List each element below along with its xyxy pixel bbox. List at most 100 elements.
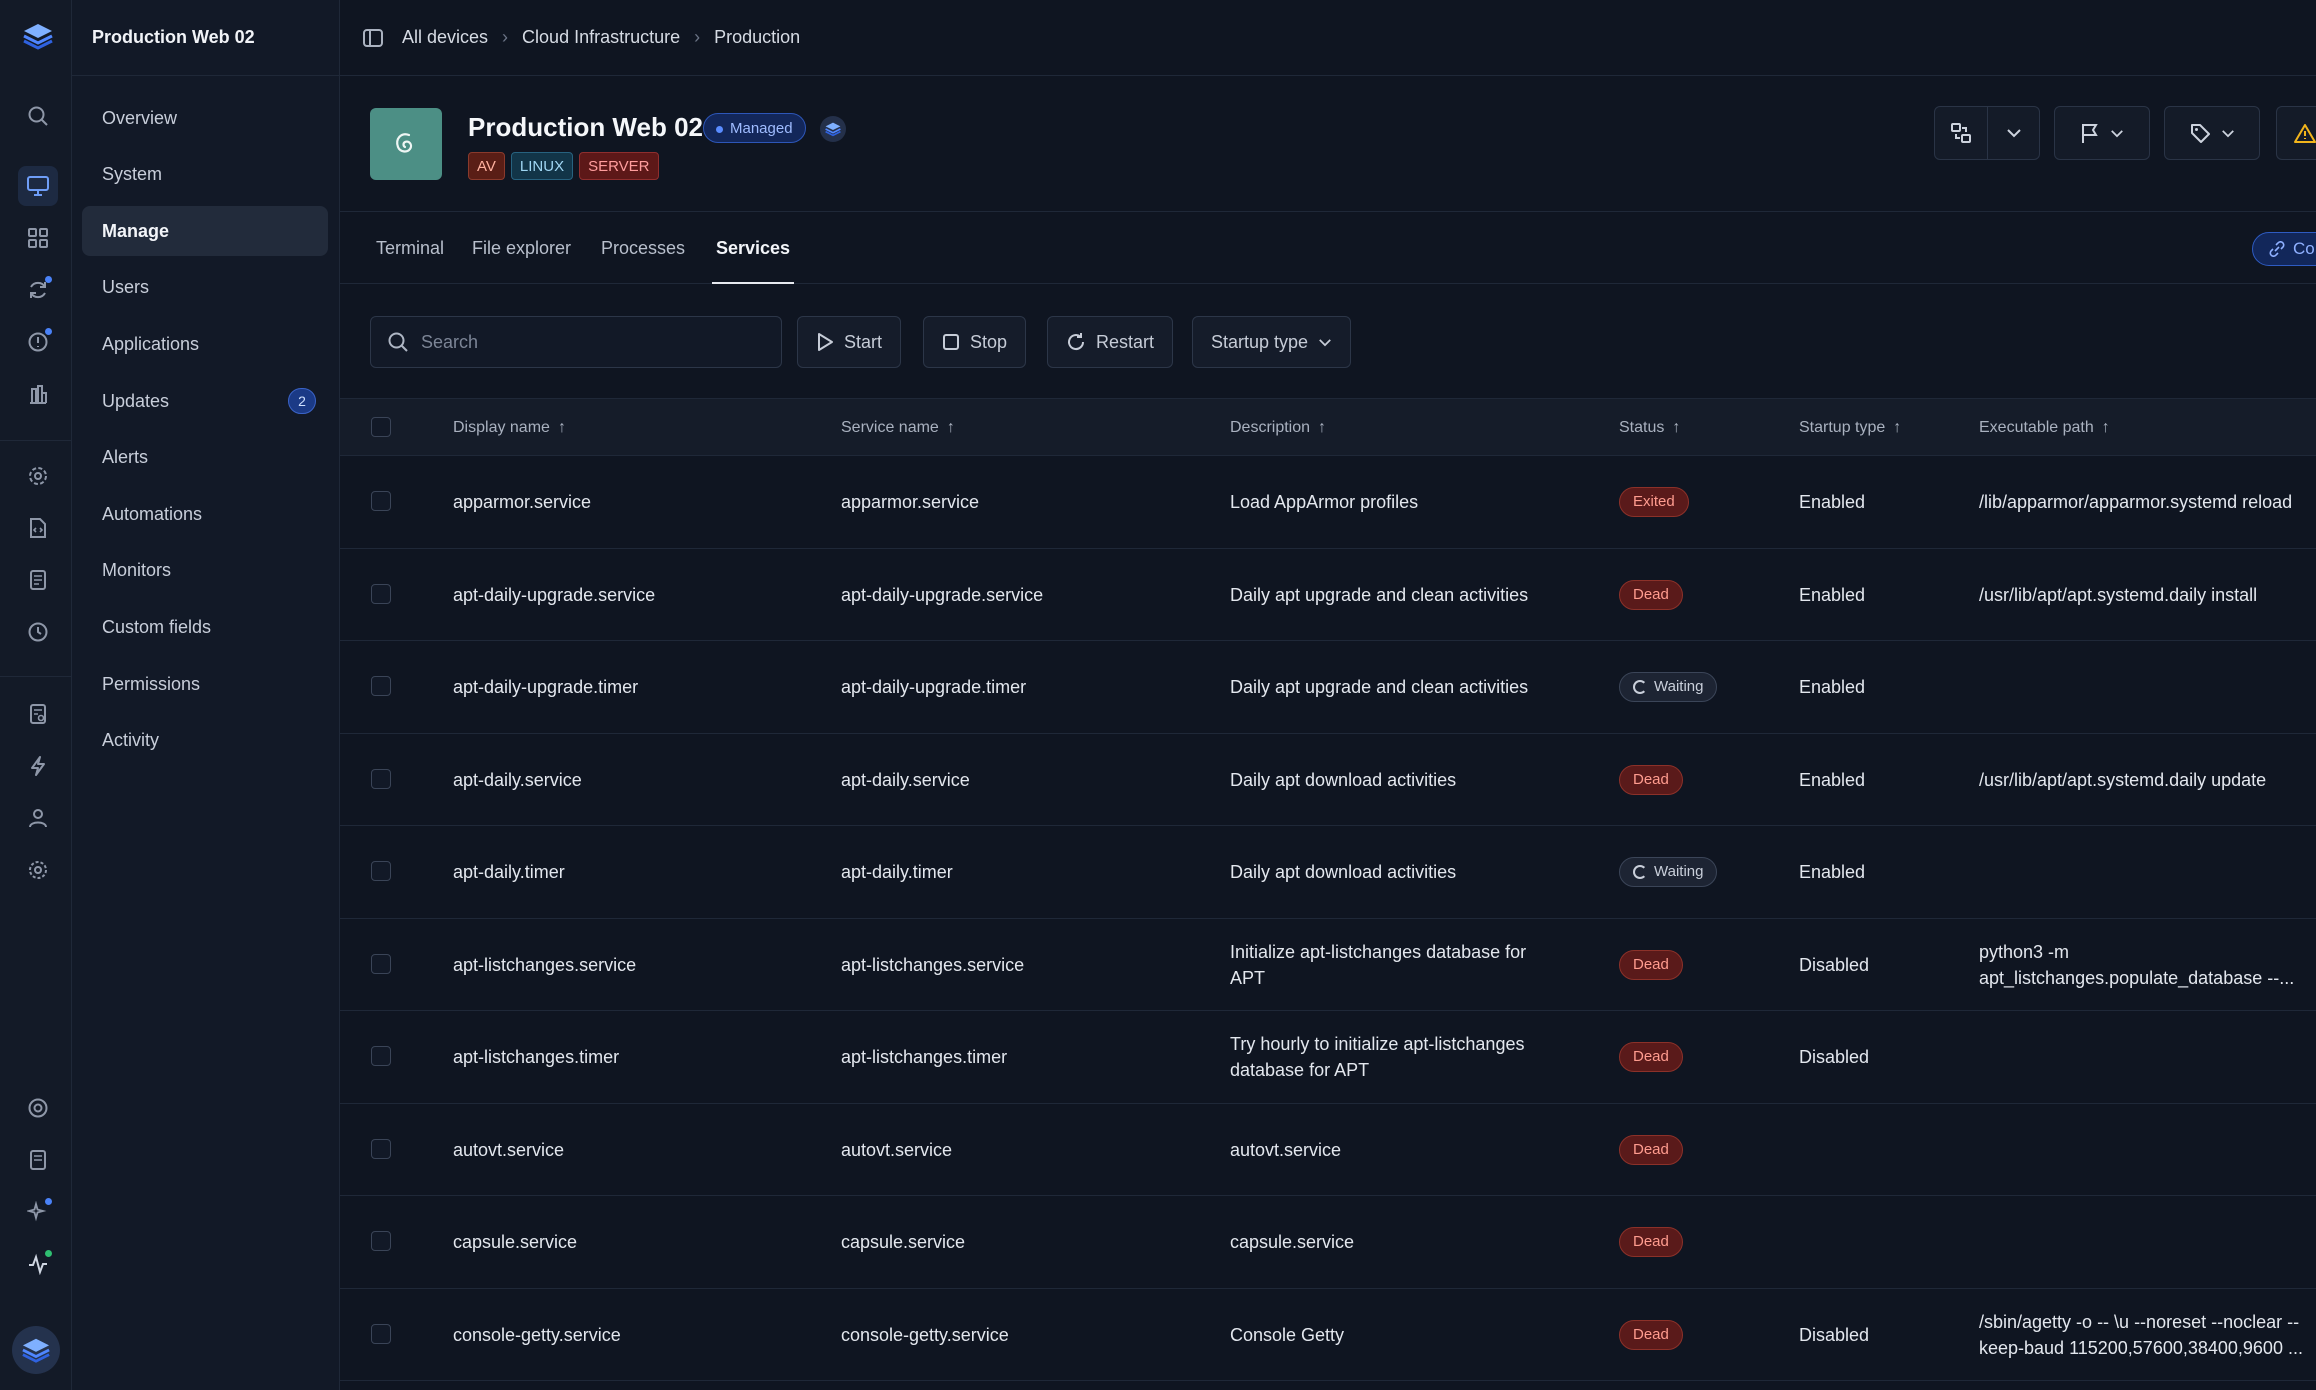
row-checkbox[interactable] xyxy=(371,953,391,974)
sparkles-icon[interactable] xyxy=(18,1192,58,1232)
column-executable-path[interactable]: Executable path ↑ xyxy=(1979,399,2110,457)
row-checkbox[interactable] xyxy=(371,676,391,696)
breadcrumb-cloud-infrastructure[interactable]: Cloud Infrastructure xyxy=(522,27,680,48)
table-row[interactable]: apt-listchanges.service apt-listchanges.s… xyxy=(340,919,2316,1011)
nav-item-manage[interactable]: Manage xyxy=(82,206,328,256)
warning-icon[interactable] xyxy=(2277,107,2316,159)
divider xyxy=(0,440,72,441)
description-line: Console Getty xyxy=(1230,1324,1345,1345)
row-checkbox[interactable] xyxy=(371,1323,391,1344)
column-status[interactable]: Status ↑ xyxy=(1619,399,1680,457)
row-checkbox[interactable] xyxy=(371,768,391,789)
document-icon[interactable] xyxy=(18,560,58,600)
tab-file-explorer[interactable]: File explorer xyxy=(472,212,571,284)
app-logo-icon[interactable] xyxy=(18,16,58,56)
row-checkbox[interactable] xyxy=(371,491,391,511)
service-name-cell: capsule.service xyxy=(841,1232,966,1252)
breadcrumb-production[interactable]: Production xyxy=(714,27,800,48)
remote-connect-icon[interactable] xyxy=(1935,107,1987,159)
chevron-down-icon[interactable] xyxy=(1987,107,2039,159)
warning-button[interactable] xyxy=(2276,106,2316,160)
table-row[interactable]: capsule.service capsule.service capsule.se… xyxy=(340,1196,2316,1289)
file-code-icon[interactable] xyxy=(18,508,58,548)
grid-icon[interactable] xyxy=(18,218,58,258)
tag-button[interactable] xyxy=(2164,106,2260,160)
executable-path-cell xyxy=(1979,1104,2316,1196)
search-input[interactable] xyxy=(421,331,761,353)
table-body: apparmor.service apparmor.service Load App… xyxy=(340,456,2316,1381)
cog-icon[interactable] xyxy=(18,850,58,890)
nav-item-automations[interactable]: Automations xyxy=(82,489,328,539)
start-label: Start xyxy=(844,331,883,352)
select-all-checkbox[interactable] xyxy=(371,417,391,437)
nav-item-alerts[interactable]: Alerts xyxy=(82,432,328,482)
table-row[interactable]: apt-daily.timer apt-daily.timer Daily apt … xyxy=(340,826,2316,919)
settings-gear-icon[interactable] xyxy=(18,456,58,496)
nav-item-monitors[interactable]: Monitors xyxy=(82,545,328,595)
user-icon[interactable] xyxy=(18,798,58,838)
devices-icon[interactable] xyxy=(18,166,58,206)
nav-item-activity[interactable]: Activity xyxy=(82,715,328,765)
startup-type-dropdown[interactable]: Startup type xyxy=(1192,316,1352,368)
table-row[interactable]: apt-daily-upgrade.timer apt-daily-upgrade… xyxy=(340,641,2316,734)
description-cell: Initialize apt-listchanges database for A… xyxy=(1230,919,1560,1011)
column-service-name[interactable]: Service name ↑ xyxy=(841,399,955,457)
tag-dropdown[interactable] xyxy=(2165,107,2259,159)
help-lifebuoy-icon[interactable] xyxy=(18,1088,58,1128)
table-row[interactable]: console-getty.service console-getty.servi… xyxy=(340,1289,2316,1381)
nav-item-custom-fields[interactable]: Custom fields xyxy=(82,602,328,652)
flag-dropdown[interactable] xyxy=(2055,107,2149,159)
account-avatar[interactable] xyxy=(12,1326,60,1374)
notification-dot xyxy=(45,276,52,283)
row-checkbox[interactable] xyxy=(371,1231,391,1251)
nav-item-permissions[interactable]: Permissions xyxy=(82,659,328,709)
row-checkbox[interactable] xyxy=(371,1138,391,1159)
column-description[interactable]: Description ↑ xyxy=(1230,399,1326,457)
table-row[interactable]: apparmor.service apparmor.service Load App… xyxy=(340,456,2316,549)
nav-item-applications[interactable]: Applications xyxy=(82,319,328,369)
executable-path-cell: /sbin/agetty -o -- \u --noreset --noclea… xyxy=(1979,1289,2316,1381)
sync-icon[interactable] xyxy=(18,270,58,310)
service-name-cell: apt-daily-upgrade.service xyxy=(841,584,1044,605)
executable-path-cell: python3 -m apt_listchanges.populate_datab… xyxy=(1979,919,2316,1011)
table-row[interactable]: apt-daily-upgrade.service apt-daily-upgra… xyxy=(340,549,2316,641)
tab-processes[interactable]: Processes xyxy=(601,212,685,284)
connect-button[interactable]: Co xyxy=(2252,232,2316,266)
table-row[interactable]: apt-listchanges.timer apt-listchanges.tim… xyxy=(340,1011,2316,1104)
row-checkbox[interactable] xyxy=(371,861,391,881)
alert-circle-icon[interactable] xyxy=(18,322,58,362)
table-row[interactable]: apt-daily.service apt-daily.service Daily … xyxy=(340,734,2316,826)
table-row[interactable]: autovt.service autovt.service autovt.servi… xyxy=(340,1104,2316,1196)
debian-logo-icon xyxy=(370,108,442,180)
description-cell: Load AppArmor profiles xyxy=(1230,456,1560,548)
row-checkbox[interactable] xyxy=(371,583,391,604)
display-name-cell: apt-daily.timer xyxy=(453,862,565,882)
nav-item-overview[interactable]: Overview xyxy=(82,93,328,143)
restart-button[interactable]: Restart xyxy=(1047,316,1174,368)
column-display-name[interactable]: Display name ↑ xyxy=(453,399,566,457)
policy-document-icon[interactable] xyxy=(18,694,58,734)
sidebar-toggle-icon[interactable] xyxy=(362,27,384,49)
nav-item-system[interactable]: System xyxy=(82,149,328,199)
stop-button[interactable]: Stop xyxy=(923,316,1027,368)
breadcrumb-all-devices[interactable]: All devices xyxy=(402,27,488,48)
column-startup-type[interactable]: Startup type ↑ xyxy=(1799,399,1901,457)
row-checkbox[interactable] xyxy=(371,1046,391,1066)
tab-services[interactable]: Services xyxy=(711,212,795,284)
activity-pulse-icon[interactable] xyxy=(18,1244,58,1284)
nav-item-users[interactable]: Users xyxy=(82,262,328,312)
start-button[interactable]: Start xyxy=(797,316,902,368)
nav-item-updates[interactable]: Updates 2 xyxy=(82,376,328,426)
tab-terminal[interactable]: Terminal xyxy=(376,212,444,284)
feedback-icon[interactable] xyxy=(18,1140,58,1180)
status-badge: Dead xyxy=(1619,1134,1683,1165)
managed-status-badge: Managed xyxy=(703,113,806,143)
status-cell: Dead xyxy=(1619,549,1683,641)
reports-icon[interactable] xyxy=(18,374,58,414)
search-icon[interactable] xyxy=(18,96,58,136)
status-cell: Dead xyxy=(1619,1104,1683,1196)
flag-button[interactable] xyxy=(2054,106,2150,160)
startup-type-cell: Enabled xyxy=(1799,584,1866,605)
history-icon[interactable] xyxy=(18,612,58,652)
lightning-icon[interactable] xyxy=(18,746,58,786)
